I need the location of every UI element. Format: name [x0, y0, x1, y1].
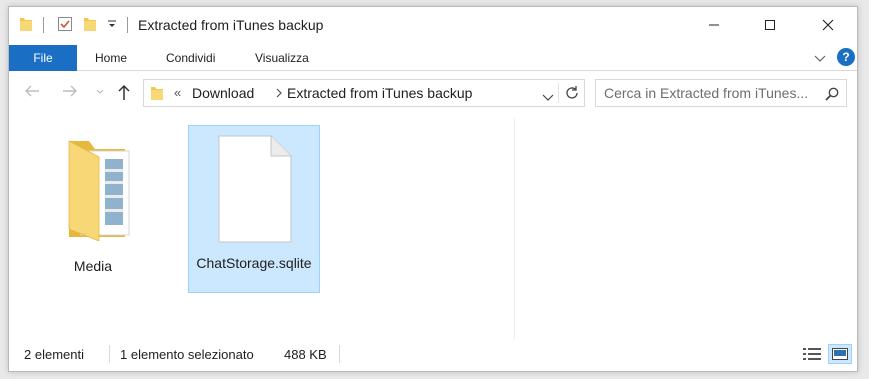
list-item-file[interactable]: ChatStorage.sqlite — [188, 125, 320, 293]
breadcrumb-chevron-icon[interactable] — [275, 86, 283, 104]
minimize-button[interactable] — [691, 7, 737, 43]
tab-file[interactable]: File — [9, 45, 77, 71]
item-name: ChatStorage.sqlite — [196, 255, 312, 271]
new-folder-icon[interactable] — [83, 16, 97, 32]
selection-size: 488 KB — [284, 347, 327, 362]
item-name: Media — [73, 258, 113, 274]
address-overflow-icon[interactable]: « — [174, 85, 181, 100]
tab-share[interactable]: Condividi — [166, 45, 215, 71]
close-button[interactable] — [805, 7, 851, 43]
address-separator — [558, 83, 559, 103]
list-item-folder[interactable]: Media — [33, 122, 153, 286]
folder-icon — [19, 16, 33, 32]
selection-count: 1 elemento selezionato — [120, 347, 254, 362]
title-separator — [127, 17, 128, 33]
address-history-chevron-icon[interactable] — [542, 89, 554, 107]
breadcrumb-current-folder[interactable]: Extracted from iTunes backup — [287, 85, 472, 101]
forward-arrow-icon[interactable] — [61, 84, 79, 98]
refresh-icon[interactable] — [564, 85, 580, 106]
tab-home[interactable]: Home — [95, 45, 127, 71]
search-box[interactable] — [595, 79, 847, 107]
ribbon-tabs: File Home Condividi Visualizza ? — [9, 43, 857, 71]
status-separator — [109, 345, 110, 363]
help-icon[interactable]: ? — [837, 48, 855, 66]
tab-view[interactable]: Visualizza — [255, 45, 309, 71]
navigation-bar: « Download Extracted from iTunes backup — [9, 72, 857, 116]
expand-ribbon-chevron-icon[interactable] — [813, 51, 827, 69]
explorer-window: Extracted from iTunes backup File Home C… — [8, 6, 858, 372]
folder-icon — [51, 137, 135, 246]
details-view-icon[interactable] — [800, 344, 824, 364]
recent-locations-chevron-icon[interactable] — [95, 88, 105, 96]
file-list: Media ChatStorage.sqlite — [9, 116, 857, 340]
address-bar[interactable]: « Download Extracted from iTunes backup — [143, 79, 585, 107]
title-bar: Extracted from iTunes backup — [9, 7, 857, 43]
search-input[interactable] — [604, 85, 814, 101]
item-count: 2 elementi — [24, 347, 84, 362]
properties-icon[interactable] — [57, 16, 73, 32]
maximize-button[interactable] — [747, 7, 793, 43]
status-bar: 2 elementi 1 elemento selezionato 488 KB — [9, 339, 857, 369]
search-icon[interactable] — [824, 86, 840, 107]
breadcrumb-download[interactable]: Download — [192, 85, 254, 101]
file-icon — [213, 134, 295, 249]
status-separator — [339, 345, 340, 363]
back-arrow-icon[interactable] — [23, 84, 41, 98]
folder-icon — [150, 85, 164, 106]
customize-toolbar-dropdown-icon[interactable] — [107, 20, 117, 30]
quick-access-separator — [43, 17, 44, 33]
pane-divider — [514, 118, 515, 340]
up-arrow-icon[interactable] — [117, 83, 131, 101]
window-title: Extracted from iTunes backup — [138, 17, 324, 33]
large-icons-view-icon[interactable] — [828, 344, 852, 364]
